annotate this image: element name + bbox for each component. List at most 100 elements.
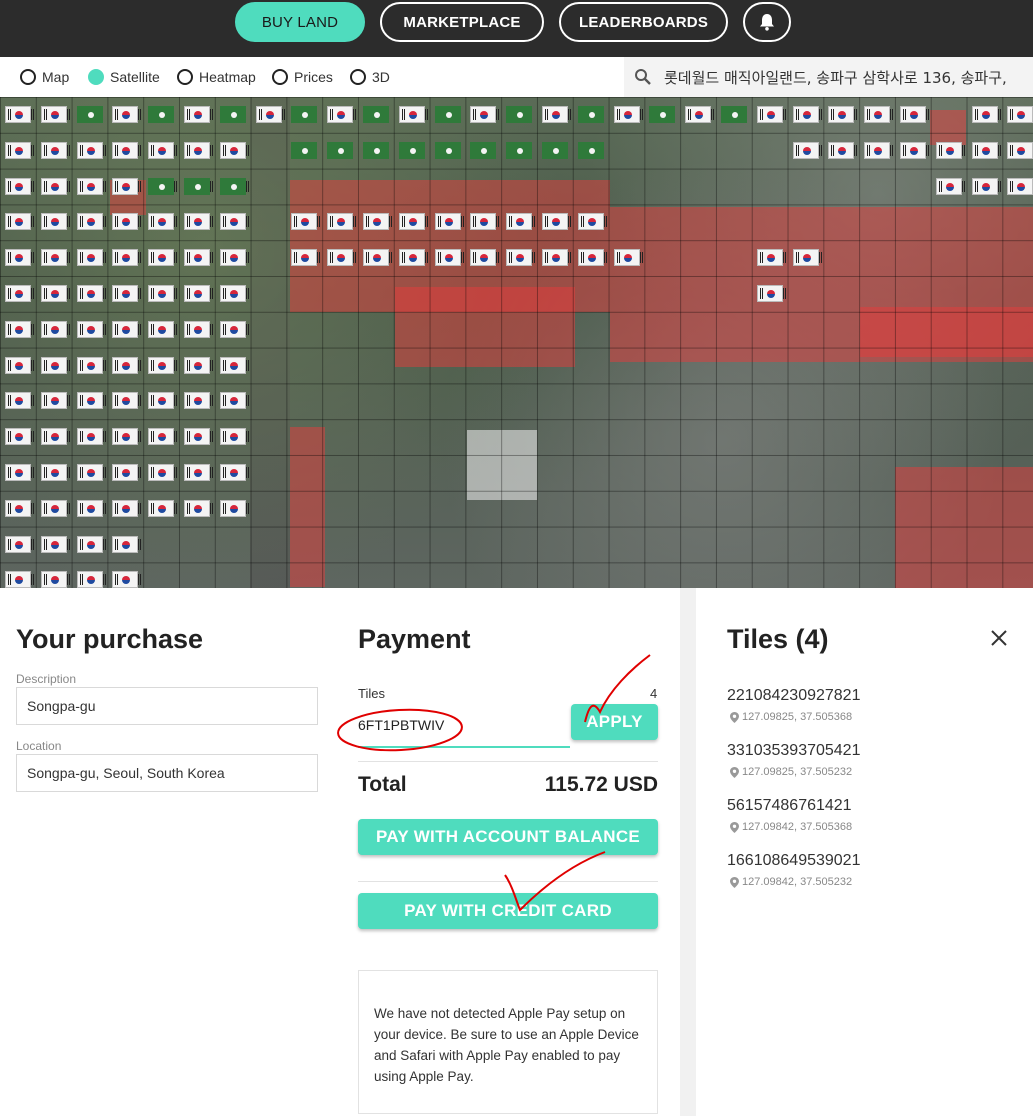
- korea-flag-icon: [219, 320, 249, 338]
- location-field[interactable]: Songpa-gu, Seoul, South Korea: [16, 754, 318, 792]
- korea-flag-icon: [184, 428, 213, 446]
- korea-flag-icon: [363, 141, 389, 159]
- korea-flag-icon: [40, 249, 70, 267]
- korea-flag-icon: [219, 249, 249, 267]
- radio-heatmap[interactable]: [177, 69, 193, 85]
- korea-flag-icon: [148, 428, 178, 446]
- korea-flag-icon: [5, 320, 34, 338]
- korea-flag-icon: [40, 177, 70, 195]
- korea-flag-icon: [398, 249, 428, 267]
- korea-flag-icon: [76, 320, 106, 338]
- korea-flag-icon: [112, 141, 142, 159]
- korea-flag-icon: [470, 213, 500, 231]
- korea-flag-icon: [148, 285, 178, 302]
- korea-flag-icon: [5, 535, 34, 553]
- korea-flag-icon: [398, 141, 425, 159]
- layer-map-option[interactable]: Map: [20, 67, 69, 87]
- pay-with-account-balance-button[interactable]: PAY WITH ACCOUNT BALANCE: [358, 819, 658, 855]
- buy-land-button[interactable]: BUY LAND: [235, 2, 365, 42]
- korea-flag-icon: [148, 392, 178, 410]
- divider: [358, 881, 658, 882]
- description-field[interactable]: Songpa-gu: [16, 687, 318, 725]
- korea-flag-icon: [112, 356, 142, 374]
- korea-flag-icon: [792, 249, 822, 267]
- close-icon[interactable]: [989, 628, 1009, 648]
- location-search-input[interactable]: 롯데월드 매직아일랜드, 송파구 삼학사로 136, 송파구,: [624, 57, 1033, 97]
- korea-flag-icon: [76, 141, 106, 159]
- layer-heatmap-option[interactable]: Heatmap: [177, 67, 256, 87]
- korea-flag-icon: [756, 106, 786, 123]
- search-icon: [635, 69, 651, 85]
- korea-flag-icon: [971, 141, 1001, 159]
- korea-flag-icon: [40, 141, 70, 159]
- layer-heatmap-label: Heatmap: [199, 69, 256, 85]
- korea-flag-icon: [40, 535, 70, 553]
- korea-flag-icon: [1007, 106, 1033, 123]
- korea-flag-icon: [148, 499, 178, 517]
- korea-flag-icon: [76, 571, 106, 588]
- korea-flag-icon: [5, 428, 34, 446]
- layer-3d-label: 3D: [372, 69, 390, 85]
- korea-flag-icon: [5, 106, 34, 123]
- korea-flag-icon: [1007, 177, 1033, 195]
- korea-flag-icon: [864, 141, 894, 159]
- korea-flag-icon: [219, 356, 249, 374]
- layer-prices-option[interactable]: Prices: [272, 67, 333, 87]
- korea-flag-icon: [5, 356, 34, 374]
- korea-flag-icon: [828, 141, 858, 159]
- korea-flag-icon: [76, 285, 106, 302]
- radio-prices[interactable]: [272, 69, 288, 85]
- korea-flag-icon: [219, 392, 249, 410]
- korea-flag-icon: [255, 106, 285, 123]
- korea-flag-icon: [935, 177, 965, 195]
- leaderboards-button[interactable]: LEADERBOARDS: [559, 2, 728, 42]
- korea-flag-icon: [398, 213, 428, 231]
- korea-flag-icon: [434, 213, 464, 231]
- korea-flag-icon: [184, 356, 213, 374]
- korea-flag-icon: [5, 499, 34, 517]
- radio-satellite[interactable]: [88, 69, 104, 85]
- korea-flag-icon: [219, 499, 249, 517]
- korea-flag-icon: [148, 177, 175, 195]
- layer-3d-option[interactable]: 3D: [350, 67, 390, 87]
- satellite-map[interactable]: [0, 97, 1033, 588]
- korea-flag-icon: [5, 285, 34, 302]
- promo-code-input[interactable]: 6FT1PBTWIV: [358, 717, 570, 748]
- korea-flag-icon: [184, 464, 213, 481]
- korea-flag-icon: [76, 428, 106, 446]
- korea-flag-icon: [506, 213, 536, 231]
- korea-flag-icon: [291, 213, 321, 231]
- radio-map[interactable]: [20, 69, 36, 85]
- korea-flag-icon: [434, 106, 461, 123]
- radio-3d[interactable]: [350, 69, 366, 85]
- korea-flag-icon: [721, 106, 747, 123]
- korea-flag-icon: [363, 106, 389, 123]
- promo-code-value: 6FT1PBTWIV: [358, 717, 445, 733]
- korea-flag-icon: [184, 177, 210, 195]
- layer-satellite-option[interactable]: Satellite: [88, 67, 160, 87]
- korea-flag-icon: [219, 428, 249, 446]
- tile-coordinates: 127.09825, 37.505232: [730, 766, 852, 778]
- pay-with-credit-card-button[interactable]: PAY WITH CREDIT CARD: [358, 893, 658, 929]
- location-pin-icon: [730, 766, 739, 778]
- korea-flag-icon: [112, 428, 142, 446]
- korea-flag-icon: [184, 320, 213, 338]
- apply-button[interactable]: APPLY: [571, 704, 658, 740]
- korea-flag-icon: [219, 106, 246, 123]
- korea-flag-icon: [112, 177, 142, 195]
- notifications-button[interactable]: [743, 2, 791, 42]
- korea-flag-icon: [327, 106, 357, 123]
- tile-id: 166108649539021: [727, 852, 861, 869]
- korea-flag-icon: [112, 285, 142, 302]
- location-label: Location: [16, 739, 62, 753]
- location-pin-icon: [730, 821, 739, 833]
- korea-flag-icon: [112, 535, 142, 553]
- korea-flag-icon: [577, 213, 607, 231]
- korea-flag-icon: [5, 571, 34, 588]
- top-navigation-bar: BUY LAND MARKETPLACE LEADERBOARDS: [0, 0, 1033, 57]
- korea-flag-icon: [5, 213, 34, 231]
- tile-coordinates-text: 127.09842, 37.505232: [742, 876, 853, 888]
- korea-flag-icon: [577, 141, 604, 159]
- marketplace-button[interactable]: MARKETPLACE: [380, 2, 544, 42]
- korea-flag-icon: [112, 571, 142, 588]
